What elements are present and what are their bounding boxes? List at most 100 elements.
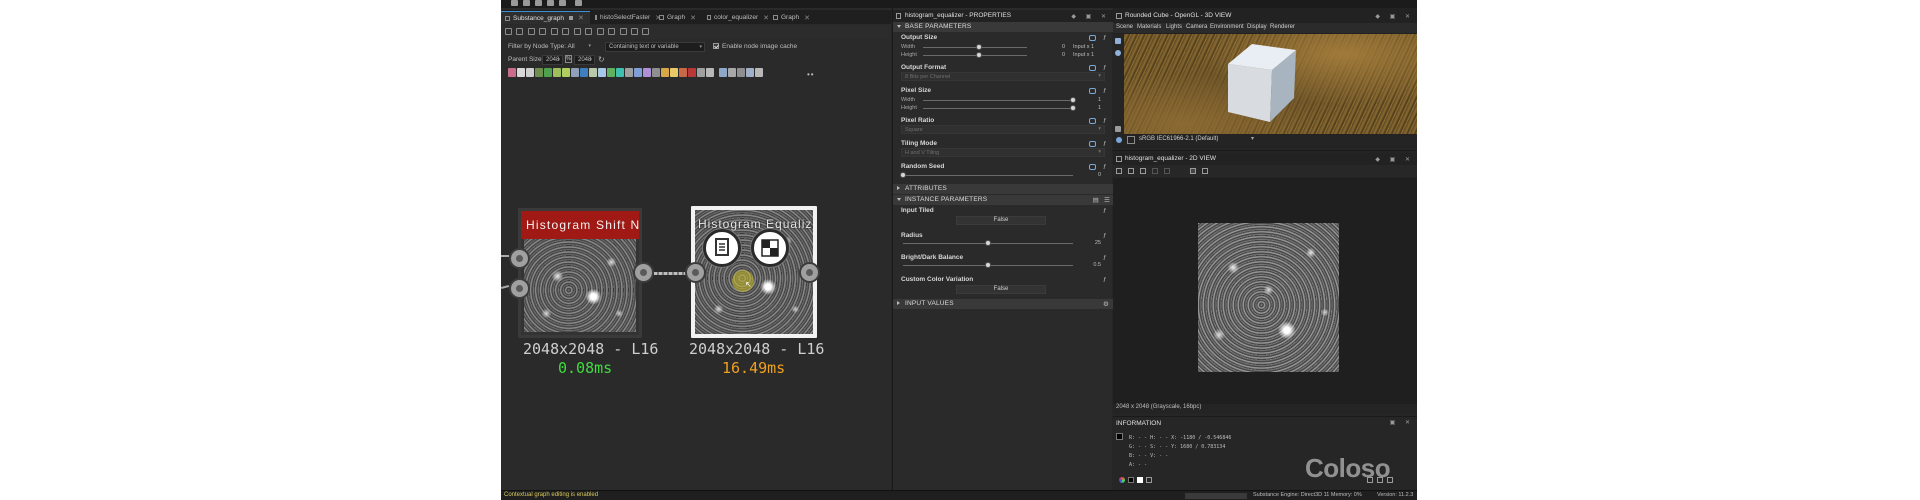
grid-icon[interactable]	[1367, 477, 1373, 483]
reset-icon[interactable]: ↻	[598, 55, 605, 64]
2d-viewport[interactable]	[1113, 178, 1417, 404]
color-wheel-icon[interactable]	[1119, 477, 1125, 483]
palette-node-icon[interactable]	[728, 68, 736, 77]
chevron-down-icon[interactable]: ▾	[1251, 135, 1254, 142]
save-all-icon[interactable]	[559, 0, 566, 6]
pixel-width-value[interactable]: 1	[1089, 97, 1101, 103]
slider-handle[interactable]	[976, 52, 982, 58]
palette-node-icon[interactable]	[616, 68, 624, 77]
tab-graph-1[interactable]: Graph ✕	[655, 11, 703, 24]
fit-icon[interactable]	[516, 28, 523, 35]
panel-controls[interactable]: ◆ ▣ ✕	[1071, 13, 1110, 20]
preset-icon[interactable]: ▤	[1093, 196, 1099, 204]
tab-color-equalizer[interactable]: color_equalizer ✕	[703, 11, 769, 24]
output-width-slider[interactable]	[923, 47, 1027, 48]
output-port[interactable]	[633, 262, 654, 283]
link-icon[interactable]	[597, 28, 604, 35]
pixel-ratio-dropdown[interactable]: Square ▾	[901, 125, 1105, 134]
link-icon[interactable]	[1089, 88, 1096, 94]
dependency-icon[interactable]	[620, 28, 627, 35]
radius-value[interactable]: 25	[1087, 240, 1101, 246]
palette-node-icon[interactable]	[643, 68, 651, 77]
node-histogram-shift[interactable]: Histogram Shift No…	[518, 208, 642, 338]
palette-node-icon[interactable]	[755, 68, 763, 77]
tab-histo-select-faster[interactable]: histoSelectFaster ✕	[591, 11, 661, 24]
palette-node-icon[interactable]	[719, 68, 727, 77]
black-swatch-icon[interactable]	[1128, 477, 1134, 483]
palette-node-icon[interactable]	[535, 68, 543, 77]
menu-environment[interactable]: Environment	[1210, 24, 1244, 30]
output-height-slider[interactable]	[923, 55, 1027, 56]
open-file-icon[interactable]	[535, 0, 542, 6]
histogram-icon[interactable]	[1202, 168, 1208, 174]
pixel-height-value[interactable]: 1	[1089, 105, 1101, 111]
slider-handle[interactable]	[1070, 105, 1076, 111]
function-icon[interactable]: ƒ	[1103, 164, 1110, 170]
palette-node-icon[interactable]	[580, 68, 588, 77]
frame-icon[interactable]	[505, 28, 512, 35]
function-icon[interactable]: ƒ	[1103, 277, 1110, 283]
palette-node-icon[interactable]	[737, 68, 745, 77]
menu-lights[interactable]: Lights	[1166, 24, 1182, 30]
palette-node-icon[interactable]	[746, 68, 754, 77]
palette-node-icon[interactable]	[679, 68, 687, 77]
palette-node-icon[interactable]	[508, 68, 516, 77]
folder-icon[interactable]	[1116, 168, 1122, 174]
input-tiled-toggle[interactable]: False	[956, 216, 1046, 225]
function-icon[interactable]: ƒ	[1103, 35, 1110, 41]
panel-controls[interactable]: ▣ ✕	[1390, 419, 1414, 426]
panel-controls[interactable]: ◆ ▣ ✕	[1375, 156, 1414, 163]
menu-display[interactable]: Display	[1247, 24, 1267, 30]
info-icon[interactable]	[1190, 168, 1196, 174]
palette-node-icon[interactable]	[625, 68, 633, 77]
output-height-value[interactable]: 0	[1053, 52, 1065, 58]
palette-node-icon[interactable]	[562, 68, 570, 77]
random-seed-value[interactable]: 0	[1089, 172, 1101, 178]
camera-icon[interactable]	[528, 28, 535, 35]
tree-icon[interactable]	[608, 28, 615, 35]
function-icon[interactable]: ƒ	[1103, 233, 1110, 239]
palette-node-icon[interactable]	[634, 68, 642, 77]
palette-node-icon[interactable]	[670, 68, 678, 77]
function-icon[interactable]: ƒ	[1103, 255, 1110, 261]
export-icon[interactable]	[1387, 477, 1393, 483]
output-port[interactable]	[799, 262, 820, 283]
3d-viewport[interactable]	[1124, 34, 1417, 134]
slider-handle[interactable]	[985, 240, 991, 246]
menu-icon[interactable]	[511, 0, 518, 6]
pixel-height-slider[interactable]	[923, 108, 1073, 109]
palette-node-icon[interactable]	[544, 68, 552, 77]
palette-node-icon[interactable]	[706, 68, 714, 77]
slider-handle[interactable]	[985, 262, 991, 268]
save-icon[interactable]	[1128, 168, 1134, 174]
containing-text-input[interactable]: Containing text or variable ▾	[605, 42, 705, 52]
input-port[interactable]	[685, 262, 706, 283]
function-icon[interactable]: ƒ	[1103, 118, 1110, 124]
palette-node-icon[interactable]	[571, 68, 579, 77]
menu-scene[interactable]: Scene	[1116, 24, 1133, 30]
palette-node-icon[interactable]	[661, 68, 669, 77]
output-width-value[interactable]: 0	[1053, 44, 1065, 50]
list-icon[interactable]: ☰	[1104, 196, 1110, 204]
lock-ratio-icon[interactable]: %	[565, 55, 572, 63]
copy-icon[interactable]	[1140, 168, 1146, 174]
layout-icon[interactable]	[574, 28, 581, 35]
custom-color-toggle[interactable]: False	[956, 285, 1046, 294]
snap-icon[interactable]	[642, 28, 649, 35]
function-icon[interactable]: ƒ	[1103, 208, 1110, 214]
light-icon[interactable]	[1115, 50, 1121, 56]
palette-node-icon[interactable]	[607, 68, 615, 77]
palette-node-icon[interactable]	[517, 68, 525, 77]
output-width-unit[interactable]: Input x 1	[1073, 44, 1094, 50]
panel-controls[interactable]: ◆ ▣ ✕	[1375, 13, 1414, 20]
menu-renderer[interactable]: Renderer	[1270, 24, 1295, 30]
link-icon[interactable]	[1089, 118, 1096, 124]
gear-icon[interactable]: ⚙	[1103, 300, 1109, 308]
output-format-dropdown[interactable]: 8 Bits per Channel ▾	[901, 72, 1105, 81]
input-port[interactable]	[509, 278, 530, 299]
tiling-mode-dropdown[interactable]: H and V Tiling ▾	[901, 148, 1105, 157]
section-input-values[interactable]: INPUT VALUES ⚙	[893, 299, 1113, 309]
input-port[interactable]	[509, 248, 530, 269]
pick-icon[interactable]	[585, 28, 592, 35]
slider-handle[interactable]	[900, 172, 906, 178]
